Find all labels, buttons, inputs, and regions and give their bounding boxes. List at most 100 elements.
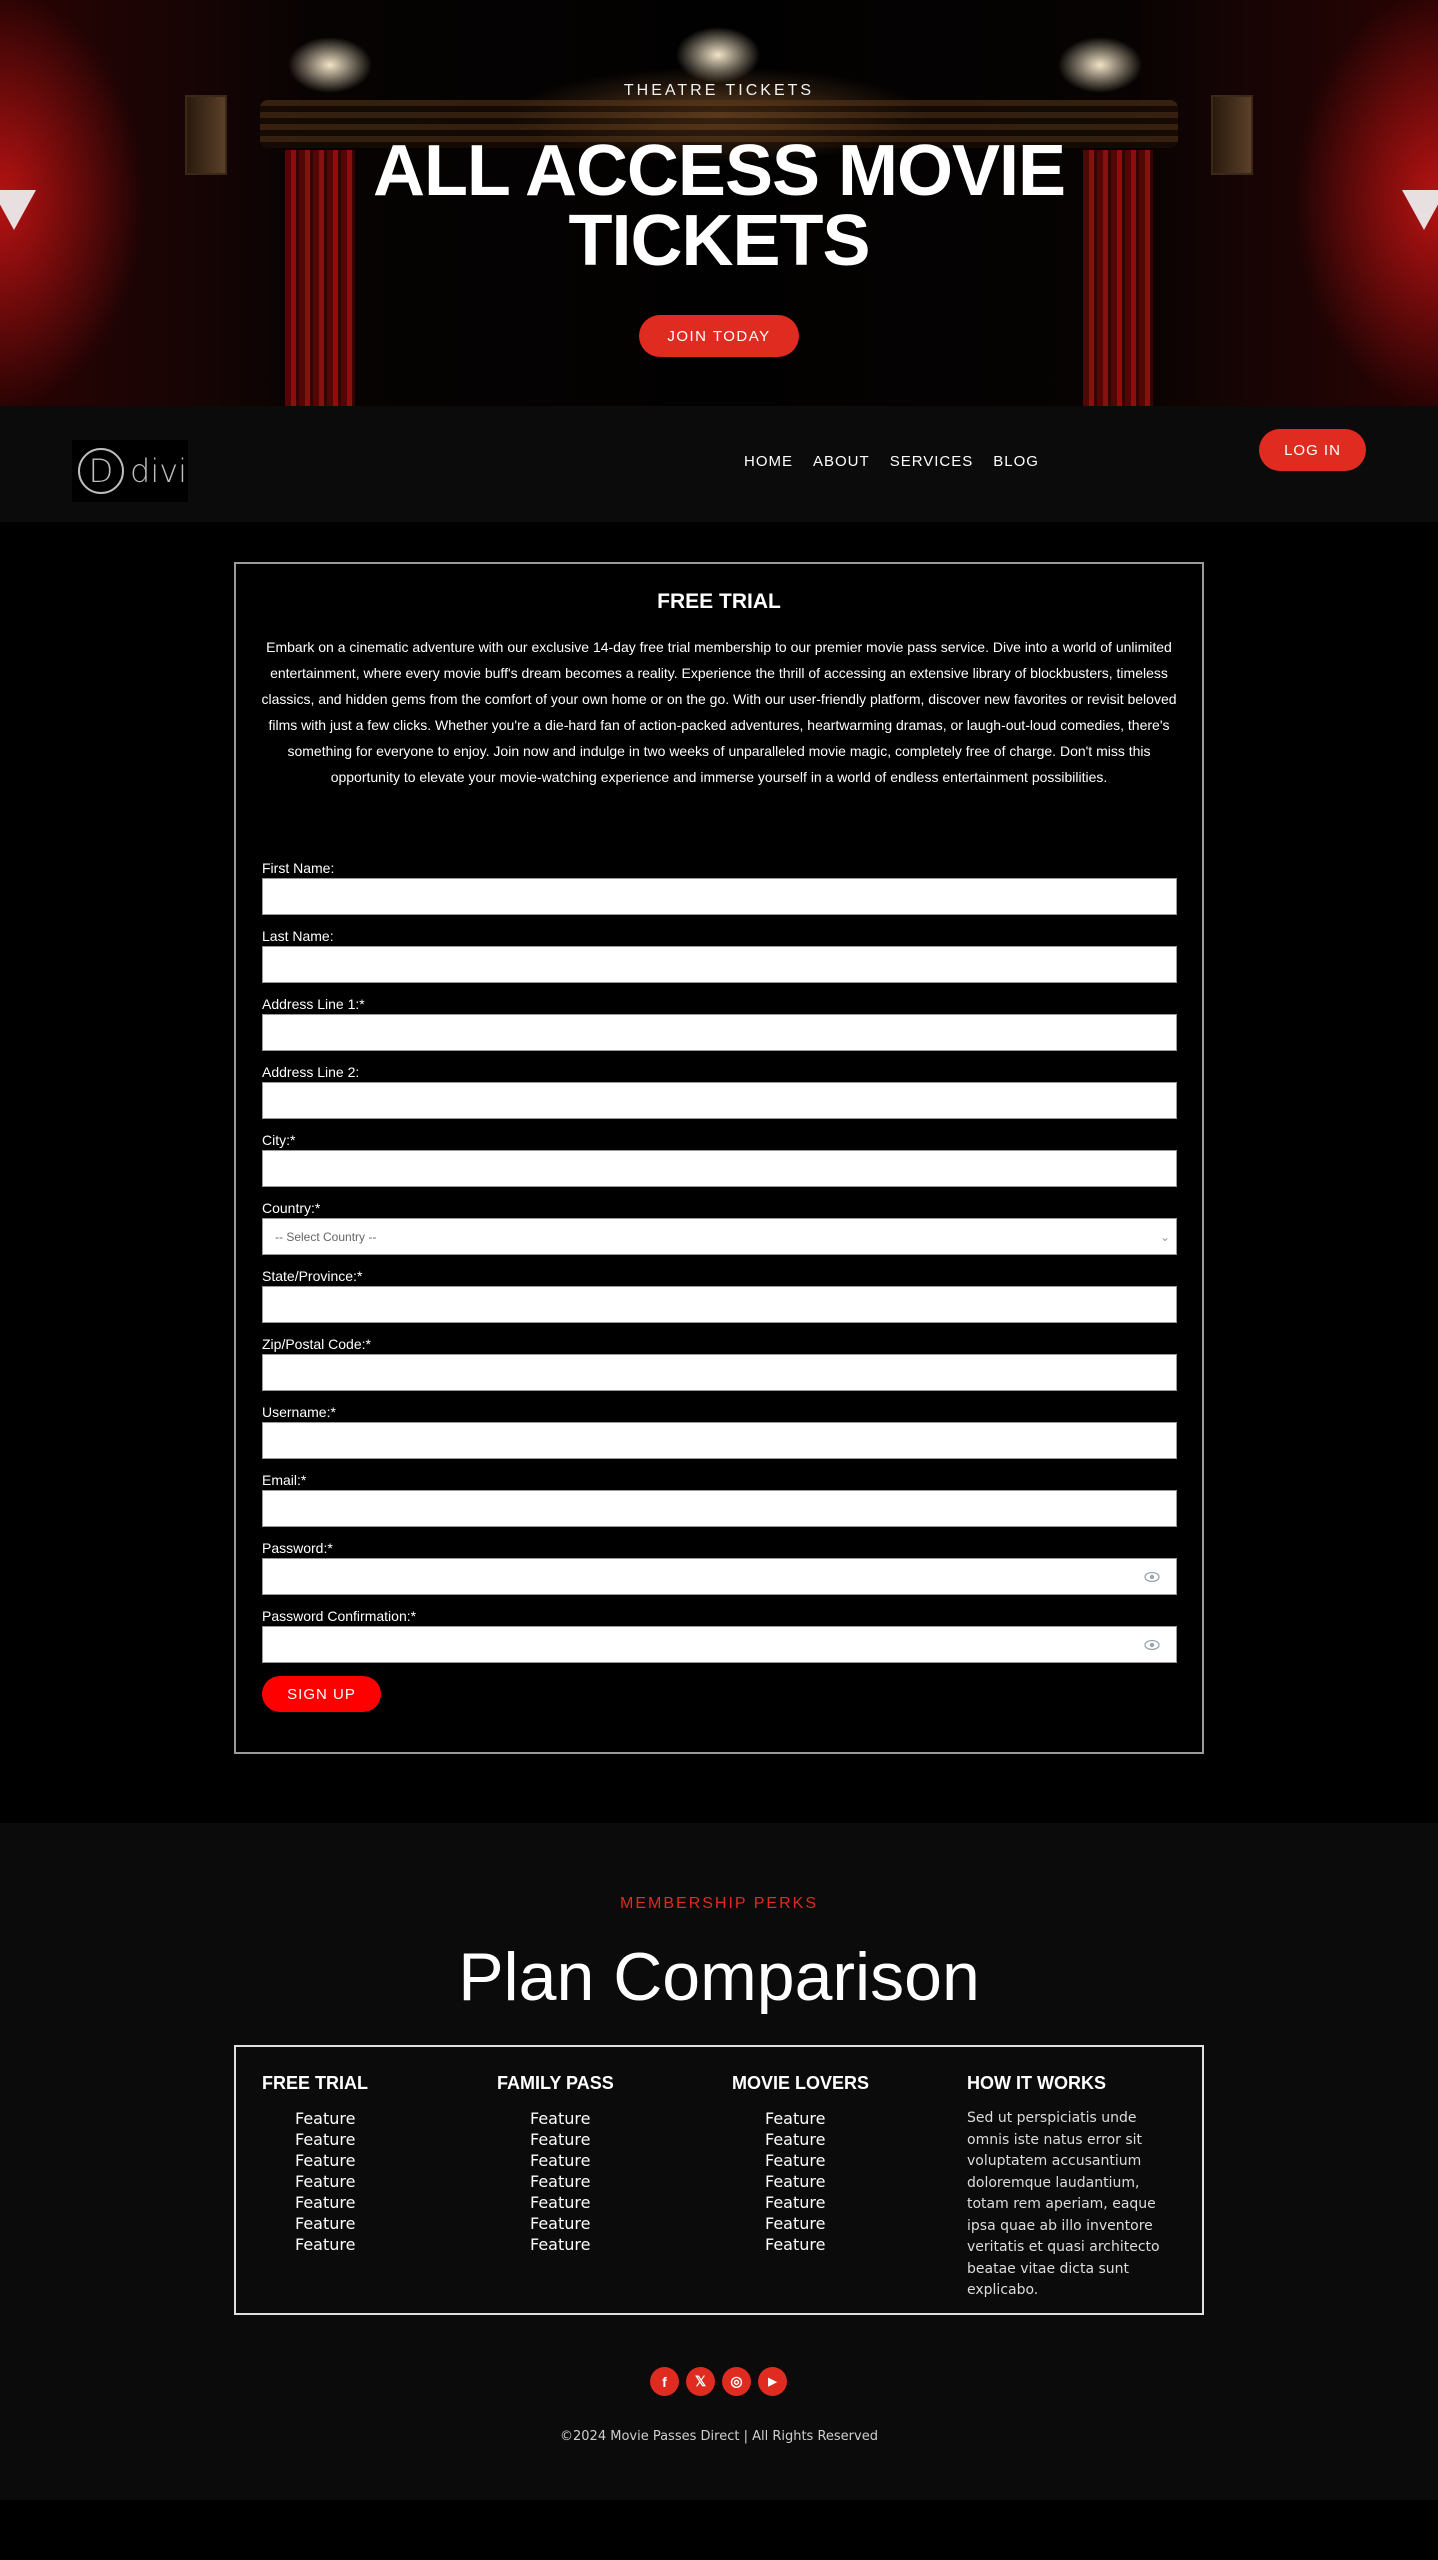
show-password-eye-icon[interactable]: [1144, 1637, 1160, 1653]
logo-mark-icon: D: [78, 448, 124, 494]
nav-item-about[interactable]: ABOUT: [813, 453, 870, 470]
plan-column-family-pass: FAMILY PASS Feature Feature Feature Feat…: [497, 2073, 717, 2255]
x-twitter-icon[interactable]: 𝕏: [686, 2367, 715, 2396]
main-navigation: D divi HOME ABOUT SERVICES BLOG LOG IN: [0, 406, 1438, 522]
zip-input[interactable]: [262, 1354, 1177, 1391]
feature-item: Feature: [295, 2235, 356, 2254]
hero-section: THEATRE TICKETS ALL ACCESS MOVIE TICKETS…: [0, 0, 1438, 406]
nav-item-blog[interactable]: BLOG: [993, 453, 1039, 470]
password-field-group: Password:*: [262, 1538, 1177, 1606]
feature-item: Feature: [295, 2151, 356, 2170]
feature-item: Feature: [765, 2130, 826, 2149]
feature-item: Feature: [765, 2172, 826, 2191]
state-input[interactable]: [262, 1286, 1177, 1323]
feature-item: Feature: [295, 2193, 356, 2212]
nav-item-services[interactable]: SERVICES: [890, 453, 974, 470]
plan-column-movie-lovers: MOVIE LOVERS Feature Feature Feature Fea…: [732, 2073, 952, 2255]
first-name-input[interactable]: [262, 878, 1177, 915]
password-input[interactable]: [262, 1558, 1177, 1595]
feature-list: Feature Feature Feature Feature Feature …: [262, 2108, 482, 2255]
first-name-field-group: First Name:: [262, 858, 1177, 926]
free-trial-description: Embark on a cinematic adventure with our…: [261, 639, 1177, 785]
instagram-icon[interactable]: ◎: [722, 2367, 751, 2396]
address2-input[interactable]: [262, 1082, 1177, 1119]
state-label: State/Province:*: [262, 1268, 363, 1284]
country-select[interactable]: -- Select Country -- ⌄: [262, 1218, 1177, 1255]
feature-item: Feature: [530, 2130, 591, 2149]
country-select-value: -- Select Country --: [275, 1229, 377, 1244]
hero-eyebrow: THEATRE TICKETS: [623, 82, 815, 99]
plan-title: FREE TRIAL: [262, 2073, 368, 2093]
last-name-input[interactable]: [262, 946, 1177, 983]
signup-form: First Name: Last Name: Address Line 1:* …: [262, 858, 1177, 1674]
feature-item: Feature: [530, 2193, 591, 2212]
hero-title-line2: TICKETS: [568, 201, 870, 281]
plan-comparison-title: Plan Comparison: [458, 1939, 980, 2015]
username-input[interactable]: [262, 1422, 1177, 1459]
chevron-down-icon: ⌄: [1159, 1229, 1170, 1244]
username-field-group: Username:*: [262, 1402, 1177, 1470]
how-it-works-text: Sed ut perspiciatis unde omnis iste natu…: [967, 2110, 1160, 2298]
feature-item: Feature: [295, 2214, 356, 2233]
zip-label: Zip/Postal Code:*: [262, 1336, 371, 1352]
last-name-field-group: Last Name:: [262, 926, 1177, 994]
address1-input[interactable]: [262, 1014, 1177, 1051]
copyright-text: ©2024 Movie Passes Direct | All Rights R…: [560, 2429, 878, 2444]
log-in-button[interactable]: LOG IN: [1259, 429, 1366, 471]
email-input[interactable]: [262, 1490, 1177, 1527]
feature-list: Feature Feature Feature Feature Feature …: [732, 2108, 952, 2255]
password-confirm-label: Password Confirmation:*: [262, 1608, 417, 1624]
show-password-eye-icon[interactable]: [1144, 1569, 1160, 1585]
address1-label: Address Line 1:*: [262, 996, 365, 1012]
logo-text: divi: [130, 452, 188, 490]
feature-item: Feature: [530, 2109, 591, 2128]
feature-item: Feature: [765, 2151, 826, 2170]
email-label: Email:*: [262, 1472, 307, 1488]
join-today-button[interactable]: JOIN TODAY: [639, 315, 799, 357]
feature-item: Feature: [765, 2235, 826, 2254]
free-trial-title: FREE TRIAL: [657, 590, 781, 613]
address1-field-group: Address Line 1:*: [262, 994, 1177, 1062]
plan-comparison-section: MEMBERSHIP PERKS Plan Comparison FREE TR…: [0, 1823, 1438, 2355]
plan-title: FAMILY PASS: [497, 2073, 614, 2093]
feature-item: Feature: [530, 2235, 591, 2254]
feature-item: Feature: [295, 2130, 356, 2149]
plan-column-free-trial: FREE TRIAL Feature Feature Feature Featu…: [262, 2073, 482, 2255]
city-field-group: City:*: [262, 1130, 1177, 1198]
feature-item: Feature: [765, 2109, 826, 2128]
divi-logo[interactable]: D divi: [72, 440, 188, 502]
country-field-group: Country:* -- Select Country -- ⌄: [262, 1198, 1177, 1266]
how-it-works-column: HOW IT WORKS Sed ut perspiciatis unde om…: [967, 2073, 1182, 2302]
sign-up-button[interactable]: SIGN UP: [262, 1676, 381, 1712]
username-label: Username:*: [262, 1404, 336, 1420]
how-it-works-title: HOW IT WORKS: [967, 2073, 1106, 2093]
feature-item: Feature: [530, 2172, 591, 2191]
address2-field-group: Address Line 2:: [262, 1062, 1177, 1130]
address2-label: Address Line 2:: [262, 1064, 360, 1080]
feature-item: Feature: [530, 2151, 591, 2170]
feature-item: Feature: [765, 2214, 826, 2233]
country-label: Country:*: [262, 1200, 321, 1216]
first-name-label: First Name:: [262, 860, 335, 876]
youtube-icon[interactable]: ▶: [758, 2367, 787, 2396]
zip-field-group: Zip/Postal Code:*: [262, 1334, 1177, 1402]
social-links: f 𝕏 ◎ ▶: [650, 2367, 787, 2396]
email-field-group: Email:*: [262, 1470, 1177, 1538]
feature-item: Feature: [295, 2172, 356, 2191]
facebook-icon[interactable]: f: [650, 2367, 679, 2396]
last-name-label: Last Name:: [262, 928, 334, 944]
password-confirm-field-group: Password Confirmation:*: [262, 1606, 1177, 1674]
nav-menu: HOME ABOUT SERVICES BLOG: [744, 453, 1039, 470]
feature-item: Feature: [295, 2109, 356, 2128]
nav-item-home[interactable]: HOME: [744, 453, 793, 470]
password-label: Password:*: [262, 1540, 333, 1556]
hero-title-line1: ALL ACCESS MOVIE: [372, 131, 1066, 211]
footer: f 𝕏 ◎ ▶ ©2024 Movie Passes Direct | All …: [0, 2355, 1438, 2500]
hero-title: ALL ACCESS MOVIE TICKETS: [0, 135, 1438, 277]
city-label: City:*: [262, 1132, 296, 1148]
membership-perks-eyebrow: MEMBERSHIP PERKS: [620, 1895, 818, 1912]
feature-list: Feature Feature Feature Feature Feature …: [497, 2108, 717, 2255]
plan-comparison-table: FREE TRIAL Feature Feature Feature Featu…: [234, 2045, 1204, 2315]
password-confirm-input[interactable]: [262, 1626, 1177, 1663]
city-input[interactable]: [262, 1150, 1177, 1187]
